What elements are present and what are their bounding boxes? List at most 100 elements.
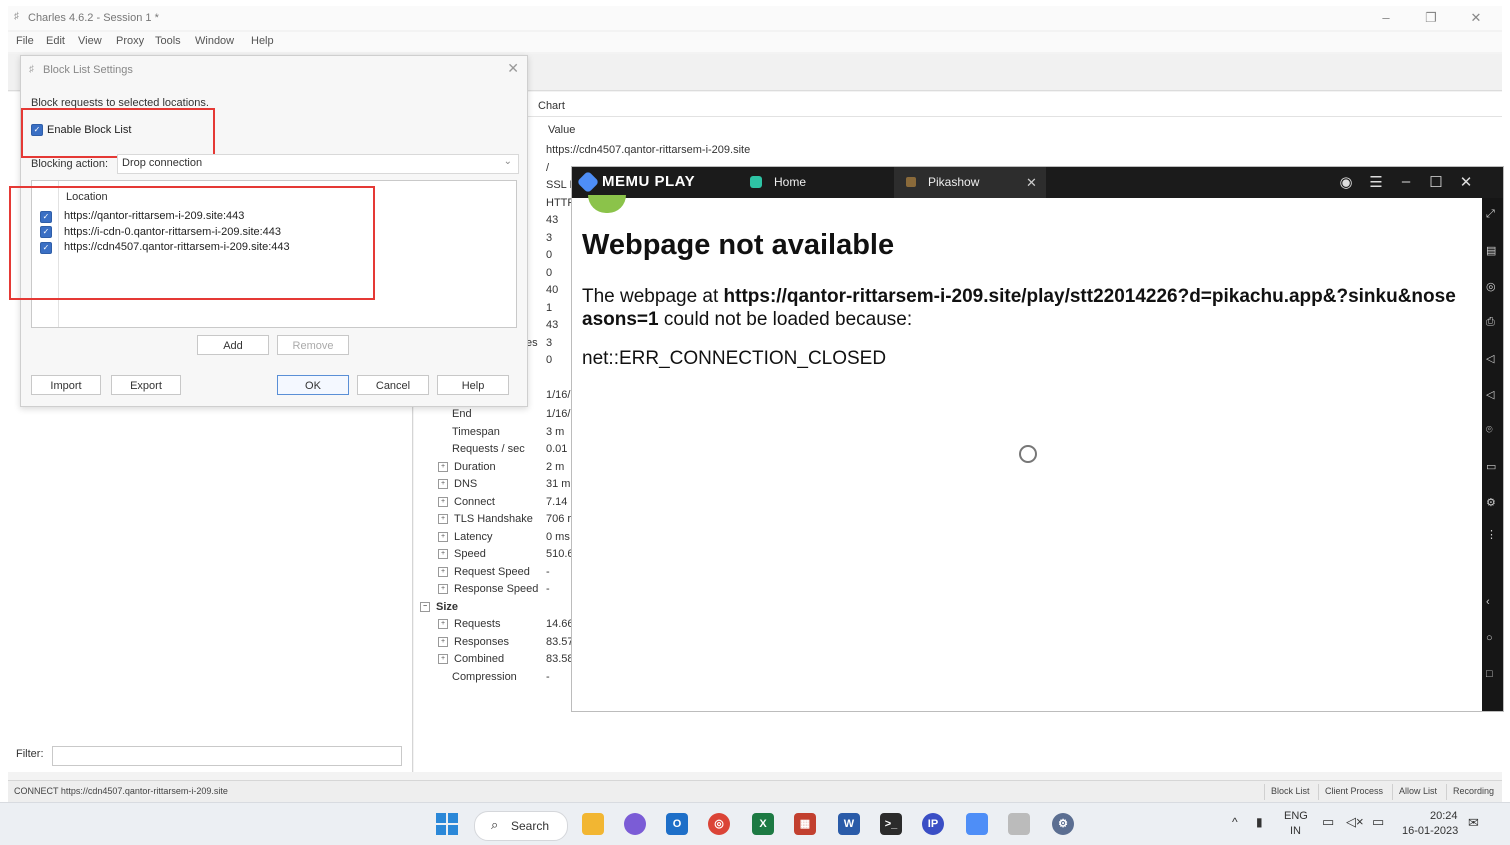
files-icon[interactable]: ▭ [1486, 460, 1496, 473]
expand-icon[interactable]: + [438, 637, 448, 648]
home-circle-icon[interactable]: ○ [1486, 632, 1493, 644]
expand-icon[interactable]: + [438, 532, 448, 543]
tree-row-latency[interactable]: + Latency [438, 531, 493, 543]
tab-home[interactable]: Home [740, 167, 890, 198]
clock-time[interactable]: 20:24 [1430, 810, 1458, 822]
tree-row-tls[interactable]: + TLS Handshake [438, 513, 533, 525]
menu-proxy[interactable]: Proxy [116, 35, 144, 47]
menu-edit[interactable]: Edit [46, 35, 65, 47]
taskbar-search[interactable]: ⌕ Search [474, 811, 568, 841]
language-indicator[interactable]: ENG [1284, 810, 1308, 822]
settings-icon[interactable]: ⚙ [1486, 496, 1496, 509]
minimize-icon[interactable]: – [1396, 173, 1416, 190]
chart-header[interactable]: Chart [538, 100, 565, 112]
enable-block-list-checkbox[interactable]: ✓ [31, 124, 43, 136]
tree-row-requests-sec[interactable]: Requests / sec [438, 443, 525, 455]
tab-pikashow[interactable]: Pikashow ✕ [894, 167, 1046, 198]
menu-help[interactable]: Help [251, 35, 274, 47]
tray-chevron-up-icon[interactable]: ^ [1232, 815, 1238, 829]
dialog-close-icon[interactable]: ✕ [507, 60, 519, 77]
tree-row-speed[interactable]: + Speed [438, 548, 486, 560]
windows-start-icon[interactable] [436, 813, 458, 835]
expand-icon[interactable]: + [438, 654, 448, 665]
screenshot-icon[interactable]: ⎙ [1486, 316, 1495, 329]
tree-row-compression[interactable]: Compression [438, 671, 517, 683]
settings-taskbar-icon[interactable]: ⚙ [1052, 813, 1074, 835]
cancel-button[interactable]: Cancel [357, 375, 429, 395]
apps-grid-icon[interactable]: ▦ [794, 813, 816, 835]
close-icon[interactable]: ✕ [1466, 10, 1486, 26]
volume-down-icon[interactable]: ◁ [1486, 388, 1494, 401]
tree-row-timespan[interactable]: Timespan [438, 426, 500, 438]
copilot-icon[interactable] [624, 813, 646, 835]
chrome-icon[interactable]: ◎ [708, 813, 730, 835]
back-icon[interactable]: ‹ [1486, 596, 1490, 608]
export-button[interactable]: Export [111, 375, 181, 395]
expand-icon[interactable]: + [438, 514, 448, 525]
tree-row-response-speed[interactable]: + Response Speed [438, 583, 538, 595]
tree-row-request-speed[interactable]: + Request Speed [438, 566, 530, 578]
tree-row-connect[interactable]: + Connect [438, 496, 495, 508]
volume-icon[interactable]: ◁× [1346, 814, 1364, 830]
value-header[interactable]: Value [548, 124, 575, 136]
outlook-icon[interactable]: O [666, 813, 688, 835]
collapse-icon[interactable]: − [420, 602, 430, 613]
expand-icon[interactable]: + [438, 619, 448, 630]
network-icon[interactable]: ▭ [1322, 814, 1334, 830]
ok-button[interactable]: OK [277, 375, 349, 395]
menu-window[interactable]: Window [195, 35, 234, 47]
tree-row-end[interactable]: End [438, 408, 472, 420]
client-process-status-button[interactable]: Client Process [1318, 784, 1389, 800]
allow-list-status-button[interactable]: Allow List [1392, 784, 1443, 800]
memu-taskbar-icon[interactable] [966, 813, 988, 835]
import-button[interactable]: Import [31, 375, 101, 395]
recents-icon[interactable]: □ [1486, 668, 1493, 680]
tree-row-size-requests[interactable]: + Requests [438, 618, 500, 630]
clock-date[interactable]: 16-01-2023 [1402, 825, 1458, 837]
ip-app-icon[interactable]: IP [922, 813, 944, 835]
terminal-icon[interactable]: >_ [880, 813, 902, 835]
menu-icon[interactable]: ☰ [1366, 173, 1386, 191]
tab-close-icon[interactable]: ✕ [1026, 167, 1037, 198]
maximize-icon[interactable]: ☐ [1426, 173, 1446, 191]
menu-view[interactable]: View [78, 35, 102, 47]
menu-tools[interactable]: Tools [155, 35, 181, 47]
tree-row-size[interactable]: − Size [420, 601, 458, 613]
close-icon[interactable]: ✕ [1456, 173, 1476, 191]
remove-button[interactable]: Remove [277, 335, 349, 355]
blocking-action-select[interactable]: Drop connection ⌄ [117, 154, 519, 174]
menu-file[interactable]: File [16, 35, 34, 47]
filter-input[interactable] [52, 746, 402, 766]
tree-row-duration[interactable]: + Duration [438, 461, 496, 473]
record-icon[interactable]: ◎ [1486, 280, 1496, 293]
expand-icon[interactable]: + [438, 549, 448, 560]
help-button[interactable]: Help [437, 375, 509, 395]
word-icon[interactable]: W [838, 813, 860, 835]
tree-row-size-combined[interactable]: + Combined [438, 653, 504, 665]
region-indicator[interactable]: IN [1290, 825, 1301, 837]
add-button[interactable]: Add [197, 335, 269, 355]
expand-icon[interactable]: + [438, 567, 448, 578]
charles-taskbar-icon[interactable] [1008, 813, 1030, 835]
file-explorer-icon[interactable] [582, 813, 604, 835]
keyboard-icon[interactable]: ▤ [1486, 244, 1496, 257]
tree-row-size-responses[interactable]: + Responses [438, 636, 509, 648]
volume-up-icon[interactable]: ◁ [1486, 352, 1494, 365]
tree-row-dns[interactable]: + DNS [438, 478, 477, 490]
expand-icon[interactable]: + [438, 584, 448, 595]
minimize-icon[interactable]: – [1376, 10, 1396, 25]
recording-status-button[interactable]: Recording [1446, 784, 1500, 800]
expand-icon[interactable]: + [438, 462, 448, 473]
restore-icon[interactable]: ❐ [1421, 10, 1441, 26]
host-value: https://cdn4507.qantor-rittarsem-i-209.s… [546, 144, 751, 156]
notification-icon[interactable]: ✉ [1468, 815, 1479, 831]
battery-icon[interactable]: ▭ [1372, 814, 1384, 830]
more-icon[interactable]: ⋮ [1486, 528, 1497, 541]
expand-icon[interactable]: + [438, 479, 448, 490]
expand-icon[interactable]: + [438, 497, 448, 508]
account-icon[interactable]: ◉ [1336, 173, 1356, 191]
fullscreen-icon[interactable]: ⤢ [1486, 208, 1495, 221]
excel-icon[interactable]: X [752, 813, 774, 835]
location-icon[interactable]: ⌾ [1486, 424, 1493, 437]
block-list-status-button[interactable]: Block List [1264, 784, 1316, 800]
